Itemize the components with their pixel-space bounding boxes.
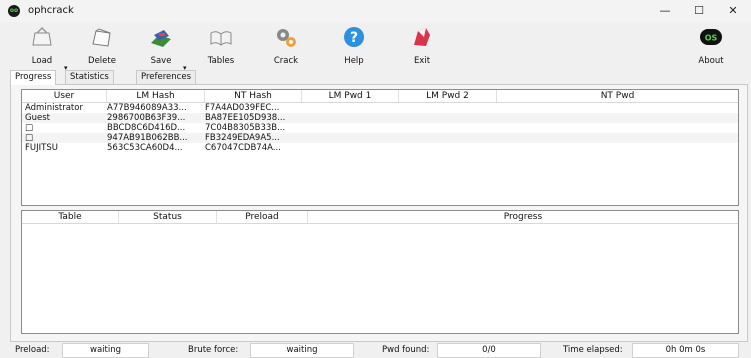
- cell-nt-hash: F7A4AD039FEC...: [205, 103, 280, 113]
- help-button[interactable]: ? Help: [327, 22, 381, 70]
- delete-button[interactable]: Delete: [75, 22, 129, 70]
- tables-label: Tables: [207, 56, 235, 66]
- tab-progress[interactable]: Progress: [10, 70, 57, 85]
- column-header-preload[interactable]: Preload: [217, 211, 308, 223]
- table-row[interactable]: Administrator A77B946089A33... F7A4AD039…: [22, 103, 738, 113]
- table-row[interactable]: Guest 2986700B63F39... BA87EE105D938...: [22, 113, 738, 123]
- cell-nt-hash: FB3249EDA9A5...: [205, 133, 280, 143]
- maximize-button[interactable]: ☐: [684, 2, 714, 20]
- brute-force-label: Brute force:: [188, 345, 239, 355]
- title-bar: oo ophcrack — ☐ ✕: [0, 0, 751, 22]
- cell-user: □: [25, 123, 34, 133]
- delete-label: Delete: [88, 56, 116, 66]
- load-label: Load: [31, 56, 53, 66]
- table-row[interactable]: □ BBCD8C6D416D... 7C04B8305B33B...: [22, 123, 738, 133]
- status-bar: Preload: waiting Brute force: waiting Pw…: [0, 341, 751, 358]
- cell-lm-hash: 2986700B63F39...: [107, 113, 186, 123]
- progress-panel: User LM Hash NT Hash LM Pwd 1 LM Pwd 2 N…: [10, 84, 748, 342]
- cell-user: FUJITSU: [25, 143, 58, 153]
- about-button[interactable]: OS About: [684, 22, 738, 70]
- delete-icon: [92, 28, 111, 47]
- svg-text:?: ?: [350, 30, 358, 46]
- preload-value: waiting: [62, 343, 149, 358]
- tables-button[interactable]: Tables: [194, 22, 248, 70]
- about-icon: OS: [700, 29, 722, 45]
- cell-lm-hash: BBCD8C6D416D...: [107, 123, 186, 133]
- save-icon: [151, 30, 171, 47]
- help-icon: ?: [344, 27, 364, 47]
- time-elapsed-value: 0h 0m 0s: [632, 343, 739, 358]
- cell-lm-hash: A77B946089A33...: [107, 103, 187, 113]
- svg-text:OS: OS: [705, 34, 718, 43]
- window-title: ophcrack: [28, 5, 74, 16]
- cell-nt-hash: BA87EE105D938...: [205, 113, 286, 123]
- load-icon: [32, 26, 52, 46]
- crack-button[interactable]: Crack: [259, 22, 313, 70]
- tables-table-header: Table Status Preload Progress: [22, 211, 738, 224]
- tables-progress-table[interactable]: Table Status Preload Progress: [21, 210, 739, 334]
- column-header-user[interactable]: User: [22, 90, 107, 102]
- cell-nt-hash: C67047CDB74A...: [205, 143, 281, 153]
- column-header-lm-hash[interactable]: LM Hash: [107, 90, 205, 102]
- time-elapsed-label: Time elapsed:: [563, 345, 623, 355]
- column-header-nt-hash[interactable]: NT Hash: [205, 90, 302, 102]
- column-header-progress[interactable]: Progress: [308, 211, 738, 223]
- save-button[interactable]: Save: [134, 22, 188, 70]
- save-label: Save: [150, 56, 172, 66]
- about-label: About: [698, 56, 724, 66]
- minimize-button[interactable]: —: [650, 2, 680, 20]
- column-header-status[interactable]: Status: [119, 211, 217, 223]
- cell-lm-hash: 947AB91B062BB...: [107, 133, 188, 143]
- help-label: Help: [344, 56, 364, 66]
- tab-preferences[interactable]: Preferences: [136, 70, 196, 84]
- brute-force-value: waiting: [250, 343, 354, 358]
- table-row[interactable]: FUJITSU 563C53CA60D4... C67047CDB74A...: [22, 143, 738, 153]
- column-header-lm-pwd-2[interactable]: LM Pwd 2: [399, 90, 497, 102]
- column-header-lm-pwd-1[interactable]: LM Pwd 1: [302, 90, 399, 102]
- pwd-found-value: 0/0: [437, 343, 541, 358]
- tables-icon: [210, 31, 232, 46]
- table-row[interactable]: □ 947AB91B062BB... FB3249EDA9A5...: [22, 133, 738, 143]
- cell-nt-hash: 7C04B8305B33B...: [205, 123, 286, 133]
- load-button[interactable]: Load: [15, 22, 69, 70]
- cell-user: Administrator: [25, 103, 83, 113]
- app-icon: oo: [8, 5, 20, 17]
- close-button[interactable]: ✕: [718, 2, 748, 20]
- users-table-header: User LM Hash NT Hash LM Pwd 1 LM Pwd 2 N…: [22, 90, 738, 103]
- exit-label: Exit: [413, 56, 431, 66]
- crack-icon: [277, 29, 296, 47]
- cell-lm-hash: 563C53CA60D4...: [107, 143, 183, 153]
- column-header-table[interactable]: Table: [22, 211, 119, 223]
- toolbar: Load ▾ Delete Save ▾ Tables Crack ? Help…: [0, 22, 751, 72]
- users-table[interactable]: User LM Hash NT Hash LM Pwd 1 LM Pwd 2 N…: [21, 89, 739, 206]
- exit-icon: [414, 28, 430, 46]
- cell-user: □: [25, 133, 34, 143]
- preload-label: Preload:: [15, 345, 50, 355]
- column-header-nt-pwd[interactable]: NT Pwd: [497, 90, 738, 102]
- crack-label: Crack: [273, 56, 299, 66]
- cell-user: Guest: [25, 113, 50, 123]
- tab-statistics[interactable]: Statistics: [65, 70, 114, 84]
- exit-button[interactable]: Exit: [395, 22, 449, 70]
- pwd-found-label: Pwd found:: [382, 345, 430, 355]
